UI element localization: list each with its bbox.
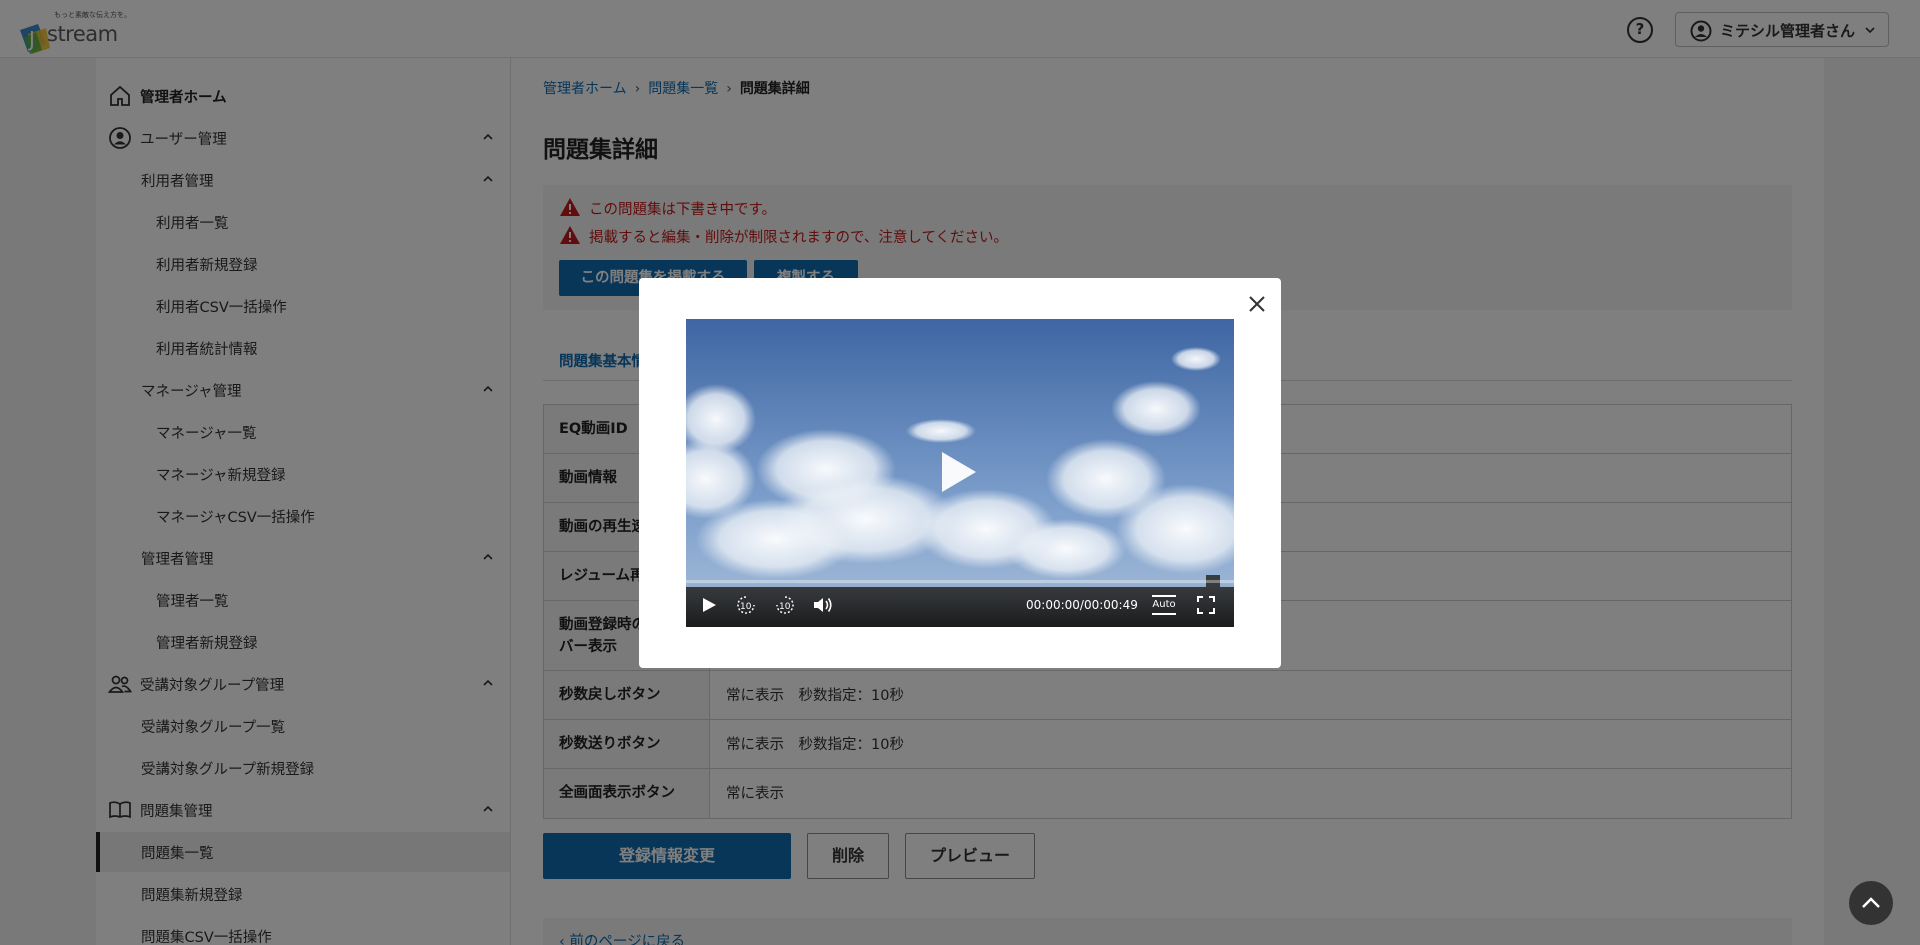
rewind-10-icon[interactable]: 10 xyxy=(734,595,758,615)
quality-auto-button[interactable]: Auto xyxy=(1152,595,1176,615)
fullscreen-icon[interactable] xyxy=(1196,595,1216,615)
video-player[interactable]: 10 10 00:00:00/00:00:49 Auto xyxy=(686,319,1234,627)
video-preview-modal: 10 10 00:00:00/00:00:49 Auto xyxy=(639,278,1281,668)
player-controls: 10 10 00:00:00/00:00:49 Auto xyxy=(686,583,1234,627)
play-overlay-icon[interactable] xyxy=(936,448,980,496)
play-icon[interactable] xyxy=(700,595,718,615)
chevron-up-icon xyxy=(1862,897,1880,908)
playback-time: 00:00:00/00:00:49 xyxy=(1026,598,1138,612)
svg-text:10: 10 xyxy=(740,602,752,612)
scroll-top-button[interactable] xyxy=(1849,881,1893,925)
close-icon[interactable] xyxy=(1245,292,1269,316)
volume-icon[interactable] xyxy=(812,595,834,615)
svg-text:10: 10 xyxy=(779,602,791,612)
forward-10-icon[interactable]: 10 xyxy=(773,595,797,615)
